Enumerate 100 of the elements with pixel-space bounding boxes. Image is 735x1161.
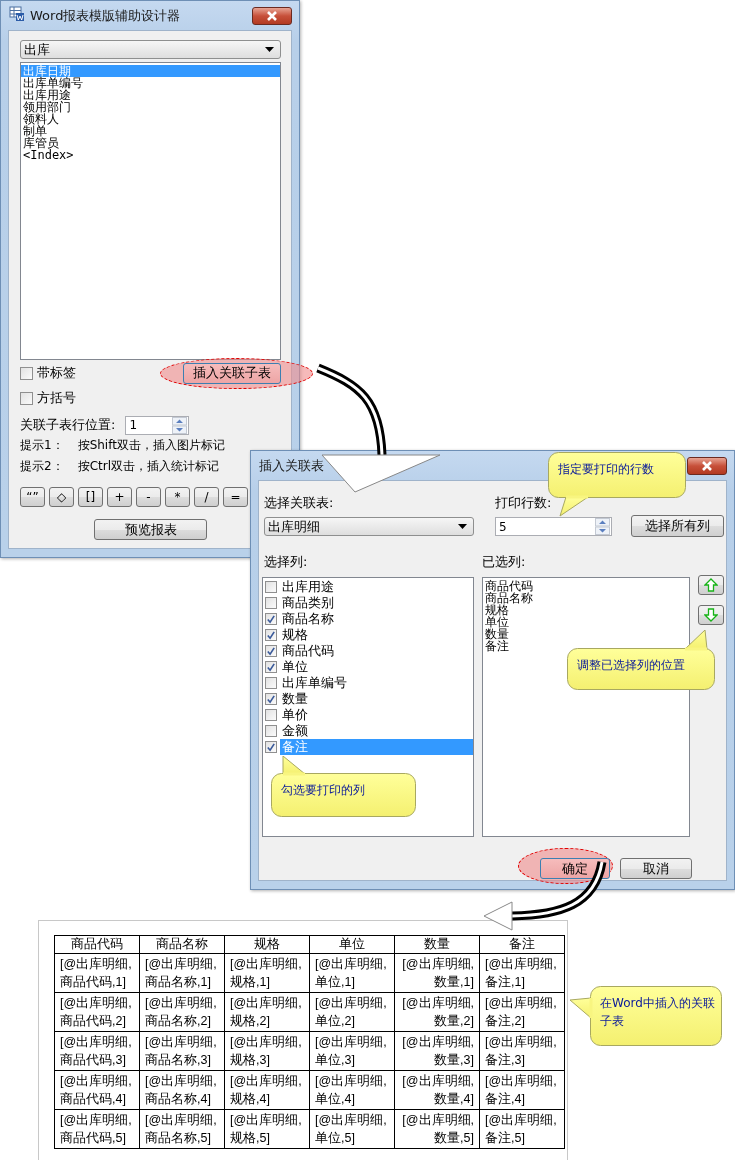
field-label: 打印行数:: [495, 494, 553, 512]
cancel-button[interactable]: 取消: [620, 858, 692, 879]
select-all-button[interactable]: 选择所有列: [631, 515, 724, 537]
close-button[interactable]: [687, 456, 727, 475]
list-item[interactable]: 出库单编号: [21, 77, 280, 89]
checkbox[interactable]: [265, 613, 277, 625]
spin-field[interactable]: 1: [125, 415, 190, 435]
list-item[interactable]: 商品代码: [280, 643, 473, 659]
move-down-button[interactable]: [698, 605, 724, 625]
list-item[interactable]: 单价: [280, 707, 473, 723]
list-item[interactable]: 领用部门: [21, 101, 280, 113]
field-label: 选择列:: [264, 553, 309, 571]
table-cell: [@出库明细, 数量,1]: [394, 953, 480, 993]
caret-icon: [265, 47, 274, 52]
hint-label: 提示2：: [20, 458, 64, 475]
table-header: 商品名称: [139, 935, 225, 954]
callout-text: 指定要打印的行数: [558, 462, 654, 476]
table-cell: [@出库明细, 数量,2]: [394, 992, 480, 1032]
table-cell: [@出库明细, 规格,4]: [224, 1070, 310, 1110]
symbol-button[interactable]: /: [194, 487, 219, 507]
preview-button[interactable]: 预览报表: [94, 519, 207, 540]
down-arrow-icon: [704, 608, 718, 622]
symbol-button[interactable]: =: [223, 487, 248, 507]
checkbox[interactable]: [265, 581, 277, 593]
spin-icon[interactable]: [595, 518, 610, 535]
close-button[interactable]: [252, 6, 292, 25]
dropdown[interactable]: 出库: [20, 40, 281, 59]
spin-icon[interactable]: [172, 416, 188, 434]
checkbox[interactable]: [265, 597, 277, 609]
list-item[interactable]: 金额: [280, 723, 473, 739]
hint-text: 按Shift双击，插入图片标记: [77, 437, 225, 454]
checkbox[interactable]: [20, 366, 33, 380]
table-cell: [@出库明细, 单位,4]: [309, 1070, 395, 1110]
list-item[interactable]: 商品名称: [280, 611, 473, 627]
table-cell: [@出库明细, 数量,3]: [394, 1031, 480, 1071]
symbol-button[interactable]: *: [165, 487, 190, 507]
up-arrow-icon: [704, 578, 718, 592]
list-item[interactable]: 规格: [280, 627, 473, 643]
callout-text: 调整已选择列的位置: [577, 658, 685, 672]
callout-text: 在Word中插入的关联子表: [600, 996, 715, 1028]
list-item[interactable]: 商品类别: [280, 595, 473, 611]
table-cell: [@出库明细, 备注,5]: [479, 1109, 565, 1149]
list-item[interactable]: 出库单编号: [280, 675, 473, 691]
table-cell: [@出库明细, 规格,1]: [224, 953, 310, 993]
list-item[interactable]: 数量: [483, 628, 689, 640]
symbol-button[interactable]: +: [107, 487, 132, 507]
checkbox[interactable]: [265, 725, 277, 737]
checkbox[interactable]: [265, 741, 277, 753]
list-item[interactable]: 单位: [483, 616, 689, 628]
symbol-button[interactable]: []: [78, 487, 103, 507]
list-item[interactable]: 领料人: [21, 113, 280, 125]
table-cell: [@出库明细, 单位,1]: [309, 953, 395, 993]
checkbox[interactable]: [265, 645, 277, 657]
list-item[interactable]: 出库用途: [280, 579, 473, 595]
close-icon: [701, 460, 713, 471]
table-cell: [@出库明细, 单位,5]: [309, 1109, 395, 1149]
checkbox[interactable]: [20, 391, 33, 405]
move-up-button[interactable]: [698, 575, 724, 595]
field-label: 选择关联表:: [264, 494, 335, 512]
list-item[interactable]: 制单: [21, 125, 280, 137]
checkbox[interactable]: [265, 629, 277, 641]
table-cell: [@出库明细, 商品名称,2]: [139, 992, 225, 1032]
table-cell: [@出库明细, 备注,3]: [479, 1031, 565, 1071]
table-cell: [@出库明细, 商品代码,3]: [54, 1031, 140, 1071]
list-item[interactable]: 备注: [483, 640, 689, 652]
symbol-button[interactable]: “”: [20, 487, 45, 507]
close-icon: [266, 10, 278, 21]
table-cell: [@出库明细, 规格,2]: [224, 992, 310, 1032]
table-header: 备注: [479, 935, 565, 954]
table-cell: [@出库明细, 商品代码,1]: [54, 953, 140, 993]
list-item[interactable]: 出库用途: [21, 89, 280, 101]
dropdown[interactable]: 出库明细: [264, 517, 474, 536]
symbol-button[interactable]: ◇: [49, 487, 74, 507]
checkbox-label: 方括号: [37, 389, 76, 407]
checkbox-label: 带标签: [37, 364, 76, 382]
table-header: 规格: [224, 935, 310, 954]
checkbox[interactable]: [265, 693, 277, 705]
table-cell: [@出库明细, 商品名称,3]: [139, 1031, 225, 1071]
table-cell: [@出库明细, 规格,5]: [224, 1109, 310, 1149]
list-item[interactable]: <Index>: [21, 149, 280, 161]
symbol-button[interactable]: -: [136, 487, 161, 507]
table-cell: [@出库明细, 单位,2]: [309, 992, 395, 1032]
list-item[interactable]: 商品代码: [483, 580, 689, 592]
table-cell: [@出库明细, 商品代码,4]: [54, 1070, 140, 1110]
list-item[interactable]: 库管员: [21, 137, 280, 149]
checkbox[interactable]: [265, 677, 277, 689]
spin-field[interactable]: 5: [495, 517, 612, 536]
checkbox[interactable]: [265, 709, 277, 721]
checkbox[interactable]: [265, 661, 277, 673]
table-cell: [@出库明细, 商品名称,1]: [139, 953, 225, 993]
table-header: 商品代码: [54, 935, 140, 954]
list-item[interactable]: 数量: [280, 691, 473, 707]
table-cell: [@出库明细, 规格,3]: [224, 1031, 310, 1071]
list-item[interactable]: 商品名称: [483, 592, 689, 604]
list-item[interactable]: 规格: [483, 604, 689, 616]
table-header: 单位: [309, 935, 395, 954]
table-cell: [@出库明细, 商品代码,5]: [54, 1109, 140, 1149]
insert-subtable-button[interactable]: 插入关联子表: [183, 362, 281, 384]
list-item[interactable]: 单位: [280, 659, 473, 675]
hint-text: 按Ctrl双击，插入统计标记: [77, 458, 219, 475]
